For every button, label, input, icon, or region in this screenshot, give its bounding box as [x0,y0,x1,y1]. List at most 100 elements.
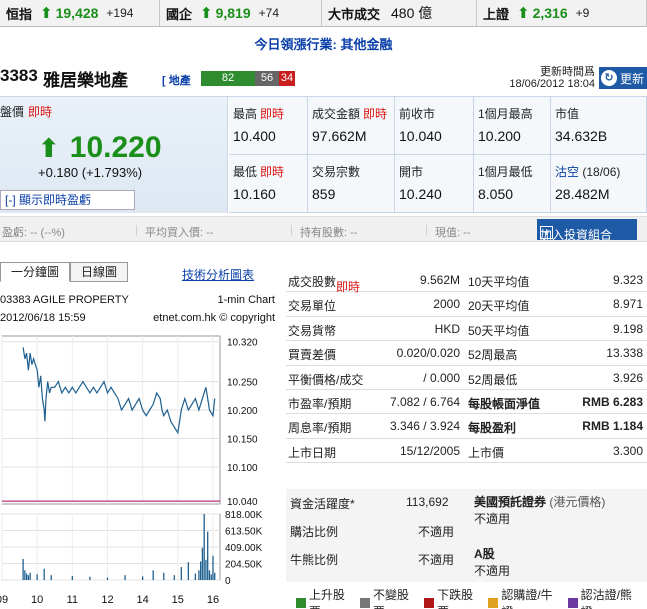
legend-item: 認沽證/熊證 [567,586,643,609]
time-tick-label: 12 [101,594,113,606]
stock-name: 雅居樂地產 [43,71,128,90]
stat-value: 9.323 [612,273,643,287]
ticker-item[interactable]: 恒指 ⬆ 19,428 +194 [0,0,160,26]
flow-value: 113,692 [406,495,449,509]
quote-cell-label[interactable]: 沽空 (18/06) [555,163,620,180]
quote-cell-label: 最低 即時 [233,165,285,179]
quote-cell-value: 859 [312,186,336,202]
ticker-item[interactable]: 大市成交 480 億 [322,0,477,26]
stats-row: 平衡價格/成交 / 0.000 52周最低 3.926 [286,366,647,390]
last-price-label: 盤價 即時 [0,105,53,119]
ticker-item[interactable]: 國企 ⬆ 9,819 +74 [160,0,322,26]
stat-label: 20天平均值 [468,299,530,314]
quote-cell-label: 1個月最低 [478,165,533,179]
show-live-pl-button[interactable]: [-] 顯示即時盈虧 [0,190,135,210]
bull-bear-value: 不適用 [418,553,455,567]
quote-cell: 交易宗數 859 [308,155,395,213]
stat-value: 3.300 [612,443,643,458]
stat-label: 每股帳面淨值 [468,396,541,411]
call-put-value: 不適用 [418,525,455,539]
tab-1min[interactable]: 一分鐘圖 [0,262,71,282]
ticker-value: 9,819 [215,5,251,21]
ticker-name: 國企 [166,6,193,22]
technical-chart-link[interactable]: 技術分析圖表 [182,266,254,283]
stat-label: 每股盈利 [468,421,517,436]
leading-sector[interactable]: 今日領漲行業: 其他金融 [0,34,647,53]
quote-cell-label: 1個月最高 [478,107,533,121]
stat-value: 9.198 [612,321,643,336]
price-tick-label: 10.320 [227,338,258,349]
stats-row: 交易單位 2000 20天平均值 8.971 [286,292,647,317]
ticker-change: +74 [258,6,279,20]
quote-cell: 1個月最高 10.200 [474,97,551,155]
ticker-value: 19,428 [55,5,99,21]
quote-cell-label: 前收市 [399,107,436,121]
ticker-item[interactable]: 上證 ⬆ 2,316 +9 [477,0,647,26]
stat-value: 9.562M [419,273,460,287]
stat-label: 平衡價格/成交 [288,372,364,387]
adr-label: 美國預託證券 (港元價格) [474,495,606,509]
quote-cell: 1個月最低 8.050 [474,155,551,213]
chart-tabs: 一分鐘圖 日線圖 [0,262,129,282]
ticker-value: 480 億 [391,5,433,21]
time-tick-label: 10 [31,594,43,606]
stats-row: 上市日期 15/12/2005 上市價 3.300 [286,439,647,464]
legend-item: 下跌股票 [424,586,484,609]
quote-cell-value: 10.240 [399,186,442,202]
chart-title: 03383 AGILE PROPERTY 1-min Chart [0,294,275,306]
chart-subtitle: 2012/06/18 15:59 etnet.com.hk © copyright [0,312,275,324]
legend-swatch [360,598,371,608]
stats-row: 市盈率/預期 7.082 / 6.764 每股帳面淨值 RMB 6.283 [286,390,647,415]
quote-cell-value: 10.160 [233,186,276,202]
quote-cell-label: 成交金額 即時 [312,107,388,121]
up-arrow-icon: ⬆ [200,5,213,22]
stat-value: 15/12/2005 [399,443,460,458]
volume-tick-label: 204.50K [225,560,263,571]
quote-cell: 市值 34.632B [551,97,647,155]
stat-label: 上市價 [468,445,505,460]
update-time-label: 更新時間爲 [540,66,595,78]
call-put-label: 購沽比例 [290,525,339,539]
stat-value: / 0.000 [423,370,460,385]
up-arrow-icon: ⬆ [40,5,53,22]
sector-breadth-segment: 56 [255,71,279,86]
quote-cell-label: 最高 即時 [233,107,285,121]
current-value-text: 現值: -- [435,227,471,239]
legend-item: 認購證/牛證 [488,586,563,609]
volume-tick-label: 409.00K [225,543,263,554]
price-tick-label: 10.040 [227,497,258,508]
stat-value: 8.971 [612,297,643,312]
sector-link[interactable]: [ 地產 [162,72,191,88]
refresh-button[interactable]: ↻ 更新 [599,67,647,89]
quote-cell-value: 97.662M [312,128,367,144]
legend-swatch [567,598,578,608]
stat-label: 成交股數 即時 [288,275,361,294]
a-share-value: 不適用 [474,564,511,578]
price-tick-label: 10.100 [227,463,258,474]
ticker-name: 上證 [483,6,510,22]
stock-code: 3383 [0,66,38,85]
quote-cell: 沽空 (18/06) 28.482M [551,155,647,213]
quote-panel: 盤價 即時 ⬆ 10.220 +0.180 (+1.793%) [-] 顯示即時盈… [0,96,647,213]
quote-cell: 最低 即時 10.160 [229,155,308,213]
last-price-box: 盤價 即時 ⬆ 10.220 +0.180 (+1.793%) [-] 顯示即時盈… [0,97,228,213]
legend-label: 不變股票 [373,588,410,609]
quote-cell-value: 28.482M [555,186,610,202]
stat-label: 市盈率/預期 [288,396,352,411]
tab-daily[interactable]: 日線圖 [70,262,129,282]
add-to-portfolio-button[interactable]: + 加入投資組合 [537,219,637,242]
legend-label: 認購證/牛證 [501,588,553,609]
stat-label: 周息率/預期 [288,421,352,436]
stat-value: RMB 1.184 [582,419,643,434]
market-ticker: 恒指 ⬆ 19,428 +194 國企 ⬆ 9,819 +74 大市成交 480 億上證 ⬆ 2,31… [0,0,647,27]
extra-indicators: 資金活躍度* 113,692 美國預託證券 (港元價格) 不適用 購沽比例 不適… [286,489,647,582]
quote-cell-value: 10.200 [478,128,521,144]
leading-sector-value[interactable]: 其他金融 [340,37,392,52]
stat-value: 13.338 [606,346,643,361]
quote-cell-value: 10.400 [233,128,276,144]
stats-table: 成交股數 即時 9.562M 10天平均值 9.323 交易單位 2000 20天平均值 8.… [286,268,647,464]
legend-swatch [424,598,435,608]
ticker-name: 恒指 [6,6,33,22]
refresh-icon: ↻ [601,70,617,86]
stat-value: 3.346 / 3.924 [389,419,460,434]
